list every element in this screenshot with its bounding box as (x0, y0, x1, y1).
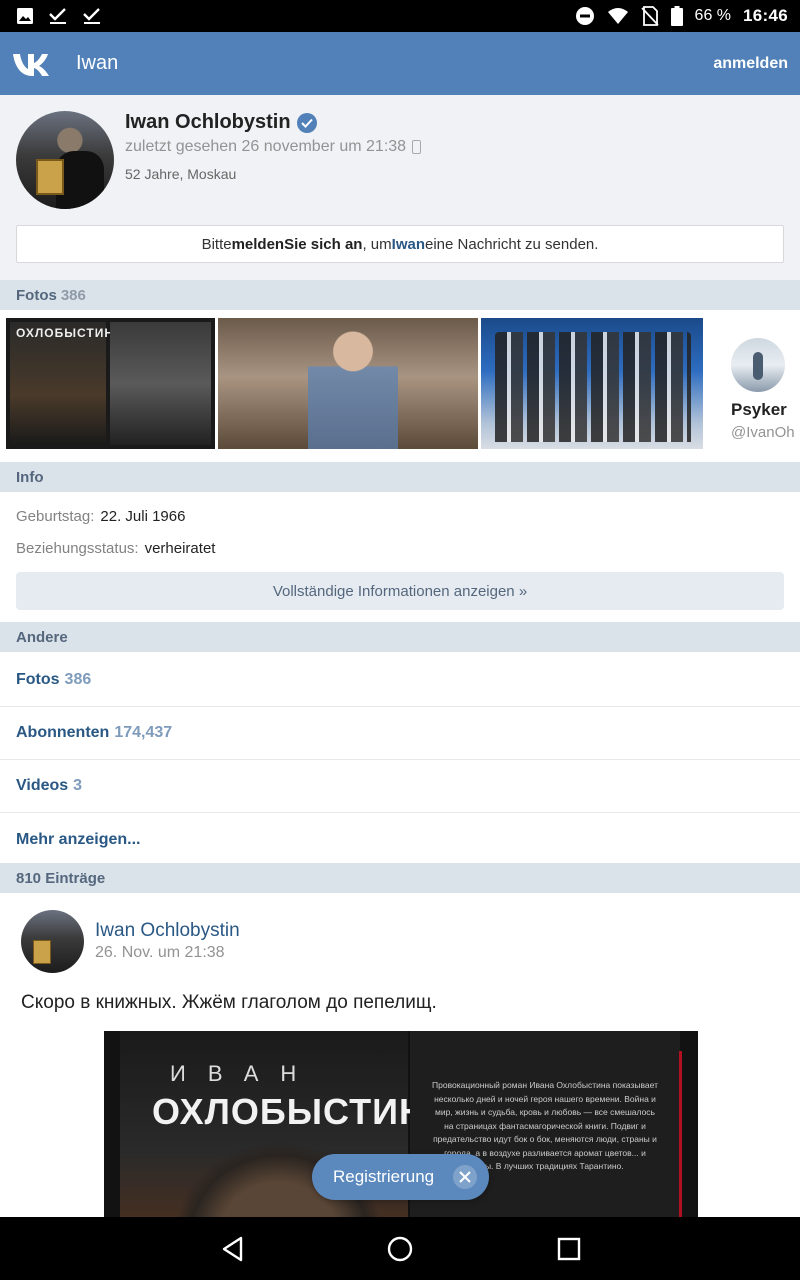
list-item-label: Abonnenten (16, 724, 110, 741)
login-prompt-link[interactable]: meldenSie sich an (232, 236, 363, 253)
info-row-birthday: Geburtstag: 22. Juli 1966 (16, 508, 185, 525)
battery-level: 66 % (694, 7, 732, 24)
info-label: Geburtstag: (16, 508, 95, 525)
mobile-phone-icon (412, 140, 422, 154)
avatar[interactable] (16, 111, 114, 209)
recent-apps-icon[interactable] (556, 1236, 582, 1262)
login-prompt[interactable]: Bitte meldenSie sich an , um Iwan eine N… (16, 225, 784, 263)
info-value: 22. Juli 1966 (100, 508, 186, 525)
section-count: 386 (60, 286, 86, 304)
verified-icon (296, 112, 317, 133)
do-not-disturb-icon (575, 7, 594, 25)
login-prompt-text: Bitte (201, 235, 232, 253)
info-section: Geburtstag: 22. Juli 1966 Beziehungsstatu… (0, 494, 800, 622)
vk-logo-icon[interactable] (11, 49, 55, 79)
list-item-photos[interactable]: Fotos 386 (0, 654, 800, 707)
photo-thumb[interactable] (218, 318, 478, 449)
section-other-header: Andere (0, 622, 800, 652)
login-prompt-name: Iwan (391, 235, 425, 253)
section-photos-header[interactable]: Fotos 386 (0, 280, 800, 310)
other-list: Fotos 386 Abonnenten 174,437 Videos 3 Mehr … (0, 654, 800, 866)
info-value: verheiratet (144, 540, 216, 557)
suggested-avatar[interactable] (731, 338, 785, 392)
suggested-profile[interactable]: Psyker @IvanOh (706, 318, 800, 449)
list-item-show-more[interactable]: Mehr anzeigen... (0, 813, 800, 866)
login-prompt-text: , um (362, 235, 392, 253)
login-button[interactable]: anmelden (713, 55, 788, 73)
post-text: Скоро в книжных. Жжём глаголом до пепели… (21, 992, 437, 1013)
post-author[interactable]: Iwan Ochlobystin (95, 920, 240, 942)
list-item-count: 3 (73, 777, 83, 794)
full-info-button[interactable]: Vollständige Informationen anzeigen » (16, 572, 784, 610)
home-icon[interactable] (387, 1236, 413, 1262)
list-item-label: Videos (16, 777, 69, 794)
login-prompt-text: eine Nachricht zu senden. (425, 235, 599, 253)
profile-location: 52 Jahre, Moskau (125, 166, 237, 182)
list-item-count: 174,437 (114, 724, 173, 741)
last-seen: zuletzt gesehen 26 november um 21:38 (125, 138, 422, 156)
back-icon[interactable] (220, 1236, 246, 1262)
section-info-header: Info (0, 462, 800, 492)
system-nav-bar (0, 1217, 800, 1280)
info-row-relationship: Beziehungsstatus: verheiratet (16, 540, 215, 557)
section-title: Fotos (16, 286, 57, 304)
list-item-followers[interactable]: Abonnenten 174,437 (0, 707, 800, 760)
section-posts-header: 810 Einträge (0, 863, 800, 893)
list-item-count: 386 (64, 671, 92, 688)
post-image-title: ОХЛОБЫСТИН (152, 1091, 426, 1132)
list-item-label: Fotos (16, 671, 60, 688)
check-icon (83, 8, 100, 24)
check-icon (49, 8, 66, 24)
suggested-name: Psyker (731, 400, 787, 419)
photo-caption: ОХЛОБЫСТИН (16, 326, 114, 340)
no-sim-icon (640, 6, 659, 26)
battery-icon (670, 6, 683, 26)
profile-card: Iwan Ochlobystin zuletzt gesehen 26 nove… (0, 95, 800, 280)
info-label: Beziehungsstatus: (16, 540, 139, 557)
register-button[interactable]: Registrierung (312, 1154, 489, 1200)
list-item-label: Mehr anzeigen... (16, 830, 141, 848)
section-title: 810 Einträge (16, 869, 106, 887)
photo-thumb[interactable] (481, 318, 703, 449)
post-image-title-small: ИВАН (170, 1061, 319, 1086)
list-item-videos[interactable]: Videos 3 (0, 760, 800, 813)
close-icon[interactable] (453, 1165, 477, 1189)
post-avatar[interactable] (21, 910, 84, 973)
suggested-handle: @IvanOh (731, 424, 795, 441)
section-title: Andere (16, 628, 68, 646)
header-title: Iwan (76, 52, 119, 74)
last-seen-text: zuletzt gesehen 26 november um 21:38 (125, 138, 407, 155)
image-icon (17, 8, 33, 24)
register-label: Registrierung (333, 1167, 435, 1186)
post-date[interactable]: 26. Nov. um 21:38 (95, 944, 225, 962)
clock: 16:46 (743, 6, 788, 25)
profile-name: Iwan Ochlobystin (125, 111, 317, 134)
status-bar: 66 % 16:46 (0, 0, 800, 32)
app-header: Iwan anmelden (0, 32, 800, 95)
profile-name-text: Iwan Ochlobystin (125, 111, 291, 133)
photo-strip: ОХЛОБЫСТИН Psyker @IvanOh (0, 312, 800, 462)
wifi-icon (607, 8, 628, 24)
section-title: Info (16, 468, 44, 486)
photo-thumb[interactable]: ОХЛОБЫСТИН (6, 318, 215, 449)
